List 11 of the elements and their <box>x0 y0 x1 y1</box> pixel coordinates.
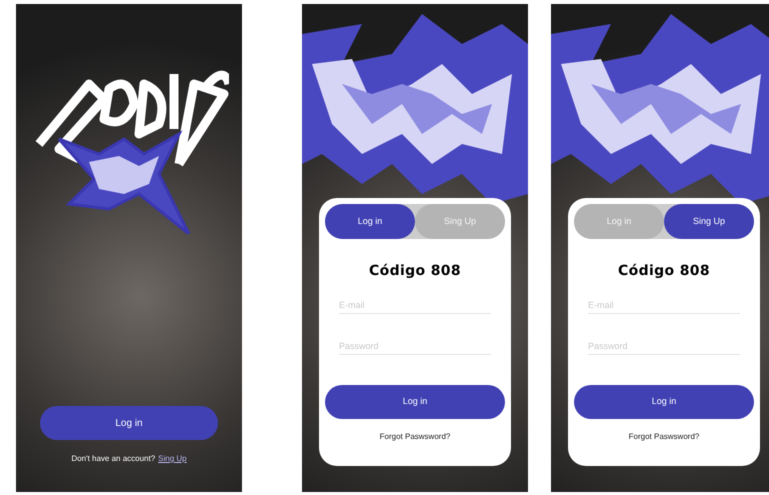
tab[interactable]: Log in <box>325 204 415 239</box>
login-button[interactable]: Log in <box>574 385 754 419</box>
login-button[interactable]: Log in <box>325 385 505 419</box>
app-title: Código 808 <box>369 262 461 281</box>
forgot-password-link[interactable]: Forgot Paswsword? <box>628 431 700 443</box>
forgot-password-link[interactable]: Forgot Paswsword? <box>380 431 450 443</box>
tab[interactable]: Sing Up <box>664 204 754 239</box>
signup-prompt: Don't have an account? <box>71 453 156 465</box>
signup-link[interactable]: Sing Up <box>158 453 187 465</box>
login-button[interactable]: Log in <box>40 406 218 440</box>
app-title: Código 808 <box>618 262 710 281</box>
